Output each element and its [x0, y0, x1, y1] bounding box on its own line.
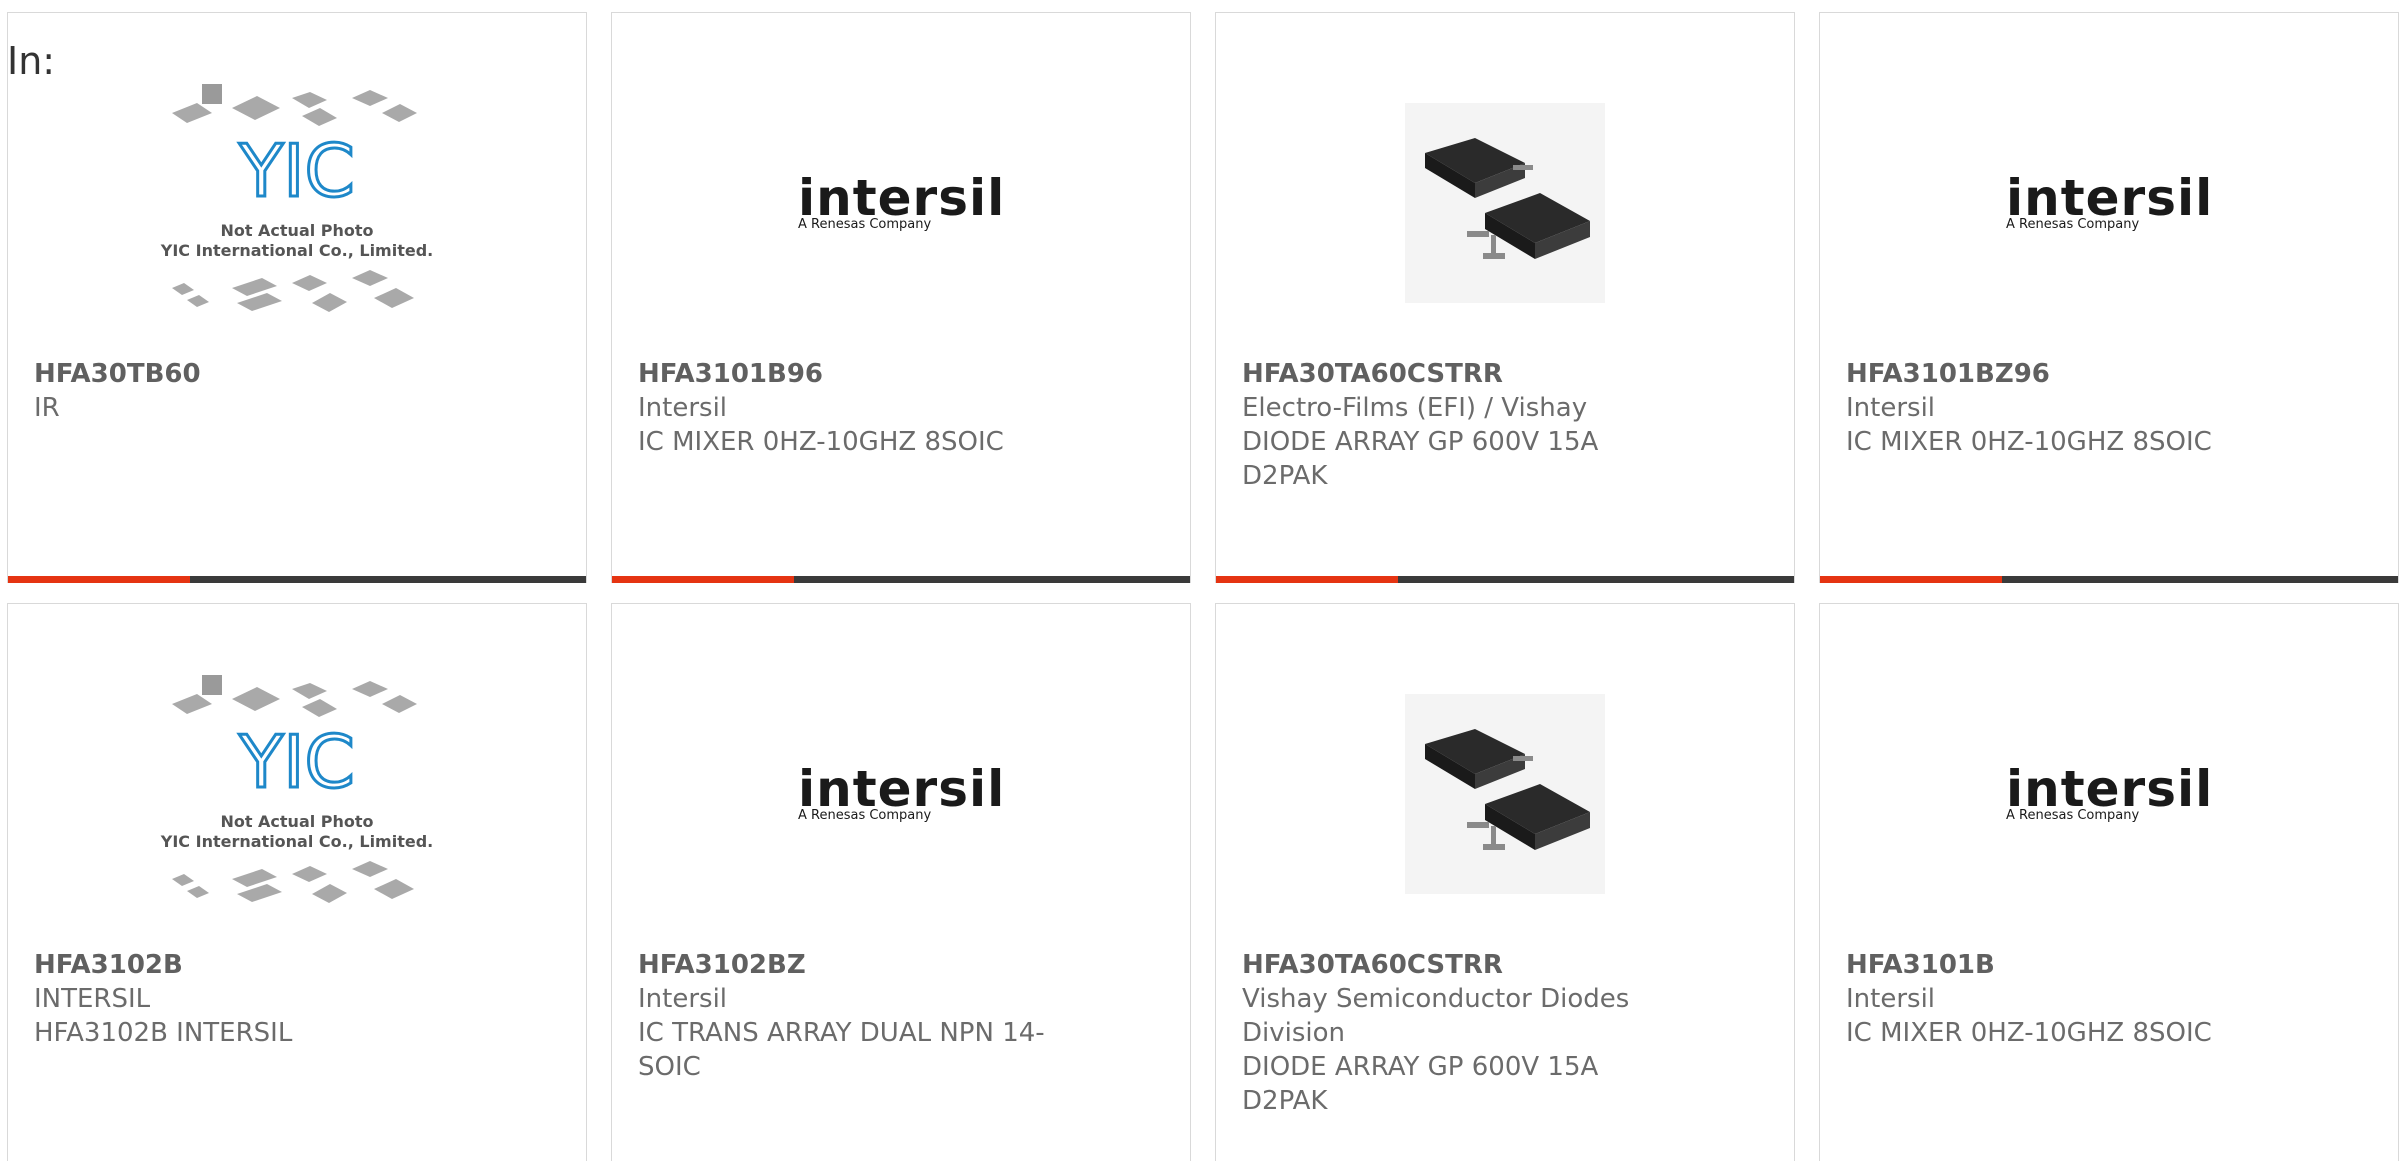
product-info: HFA30TB60 IR [34, 357, 464, 425]
description: IC MIXER 0HZ-10GHZ 8SOIC [638, 427, 1004, 457]
intersil-logo-icon: intersil A Renesas Company [2004, 173, 2214, 233]
part-number-link[interactable]: HFA30TB60 [34, 357, 464, 391]
logo-sub: A Renesas Company [798, 217, 932, 232]
manufacturer: IR [34, 393, 60, 423]
card-bottom-bar [612, 576, 1190, 583]
yic-placeholder-icon: YIC Not Actual Photo YIC International C… [160, 675, 433, 903]
card-accent [8, 576, 190, 583]
card-accent [1216, 576, 1398, 583]
product-grid-page: In: YIC Not Actual Photo YIC Internation… [0, 0, 2400, 1161]
product-info: HFA30TA60CSTRR Vishay Semiconductor Diod… [1242, 948, 1672, 1118]
description: IC MIXER 0HZ-10GHZ 8SOIC [1846, 1018, 2212, 1048]
manufacturer: Intersil [1846, 393, 1936, 423]
svg-text:YIC International Co., Limited: YIC International Co., Limited. [160, 832, 433, 851]
card-bottom-bar [1216, 576, 1794, 583]
description: DIODE ARRAY GP 600V 15A D2PAK [1242, 427, 1599, 491]
manufacturer: Electro-Films (EFI) / Vishay [1242, 393, 1588, 423]
part-number-link[interactable]: HFA3101B96 [638, 357, 1068, 391]
product-image[interactable]: intersil A Renesas Company [612, 53, 1190, 353]
product-card[interactable]: YIC Not Actual Photo YIC International C… [7, 12, 587, 583]
manufacturer: Intersil [1846, 984, 1936, 1014]
product-info: HFA3102BZ Intersil IC TRANS ARRAY DUAL N… [638, 948, 1068, 1084]
part-number-link[interactable]: HFA3101BZ96 [1846, 357, 2276, 391]
product-card[interactable]: intersil A Renesas Company HFA3101B96 In… [611, 12, 1191, 583]
manufacturer: INTERSIL [34, 984, 151, 1014]
manufacturer: Vishay Semiconductor Diodes Division [1242, 984, 1630, 1048]
logo-word: intersil [2006, 760, 2214, 818]
description: HFA3102B INTERSIL [34, 1018, 293, 1048]
product-image[interactable] [1216, 644, 1794, 944]
intersil-logo-icon: intersil A Renesas Company [796, 173, 1006, 233]
svg-text:Not Actual Photo: Not Actual Photo [220, 221, 373, 240]
product-info: HFA3102B INTERSIL HFA3102B INTERSIL [34, 948, 464, 1050]
svg-text:YIC: YIC [238, 129, 355, 213]
card-accent [1820, 576, 2002, 583]
svg-text:Not Actual Photo: Not Actual Photo [220, 812, 373, 831]
card-bottom-bar [8, 576, 586, 583]
logo-word: intersil [798, 169, 1006, 227]
product-info: HFA3101BZ96 Intersil IC MIXER 0HZ-10GHZ … [1846, 357, 2276, 459]
product-info: HFA30TA60CSTRR Electro-Films (EFI) / Vis… [1242, 357, 1672, 493]
part-number-link[interactable]: HFA30TA60CSTRR [1242, 357, 1672, 391]
product-card[interactable]: intersil A Renesas Company HFA3101BZ96 I… [1819, 12, 2399, 583]
product-card[interactable]: HFA30TA60CSTRR Vishay Semiconductor Diod… [1215, 603, 1795, 1161]
product-info: HFA3101B Intersil IC MIXER 0HZ-10GHZ 8SO… [1846, 948, 2276, 1050]
product-info: HFA3101B96 Intersil IC MIXER 0HZ-10GHZ 8… [638, 357, 1068, 459]
logo-word: intersil [798, 760, 1006, 818]
d2pak-package-icon [1405, 694, 1605, 894]
card-accent [612, 576, 794, 583]
product-card[interactable]: intersil A Renesas Company HFA3101B Inte… [1819, 603, 2399, 1161]
card-bottom-bar [1820, 576, 2398, 583]
logo-sub: A Renesas Company [798, 808, 932, 823]
description: IC TRANS ARRAY DUAL NPN 14-SOIC [638, 1018, 1045, 1082]
product-image[interactable]: YIC Not Actual Photo YIC International C… [8, 53, 586, 353]
intersil-logo-icon: intersil A Renesas Company [796, 764, 1006, 824]
part-number-link[interactable]: HFA3102BZ [638, 948, 1068, 982]
manufacturer: Intersil [638, 984, 728, 1014]
logo-word: intersil [2006, 169, 2214, 227]
description: IC MIXER 0HZ-10GHZ 8SOIC [1846, 427, 2212, 457]
product-image[interactable] [1216, 53, 1794, 353]
part-number-link[interactable]: HFA3102B [34, 948, 464, 982]
svg-text:YIC International Co., Limited: YIC International Co., Limited. [160, 241, 433, 260]
manufacturer: Intersil [638, 393, 728, 423]
product-image[interactable]: intersil A Renesas Company [1820, 644, 2398, 944]
d2pak-package-icon [1405, 103, 1605, 303]
logo-sub: A Renesas Company [2006, 808, 2140, 823]
intersil-logo-icon: intersil A Renesas Company [2004, 764, 2214, 824]
product-card[interactable]: YIC Not Actual Photo YIC International C… [7, 603, 587, 1161]
part-number-link[interactable]: HFA3101B [1846, 948, 2276, 982]
product-image[interactable]: intersil A Renesas Company [1820, 53, 2398, 353]
svg-text:YIC: YIC [238, 720, 355, 804]
filter-label: In: [7, 39, 56, 83]
product-image[interactable]: intersil A Renesas Company [612, 644, 1190, 944]
product-image[interactable]: YIC Not Actual Photo YIC International C… [8, 644, 586, 944]
logo-sub: A Renesas Company [2006, 217, 2140, 232]
product-card[interactable]: intersil A Renesas Company HFA3102BZ Int… [611, 603, 1191, 1161]
description: DIODE ARRAY GP 600V 15A D2PAK [1242, 1052, 1599, 1116]
yic-placeholder-icon: YIC Not Actual Photo YIC International C… [160, 84, 433, 312]
part-number-link[interactable]: HFA30TA60CSTRR [1242, 948, 1672, 982]
product-card[interactable]: HFA30TA60CSTRR Electro-Films (EFI) / Vis… [1215, 12, 1795, 583]
